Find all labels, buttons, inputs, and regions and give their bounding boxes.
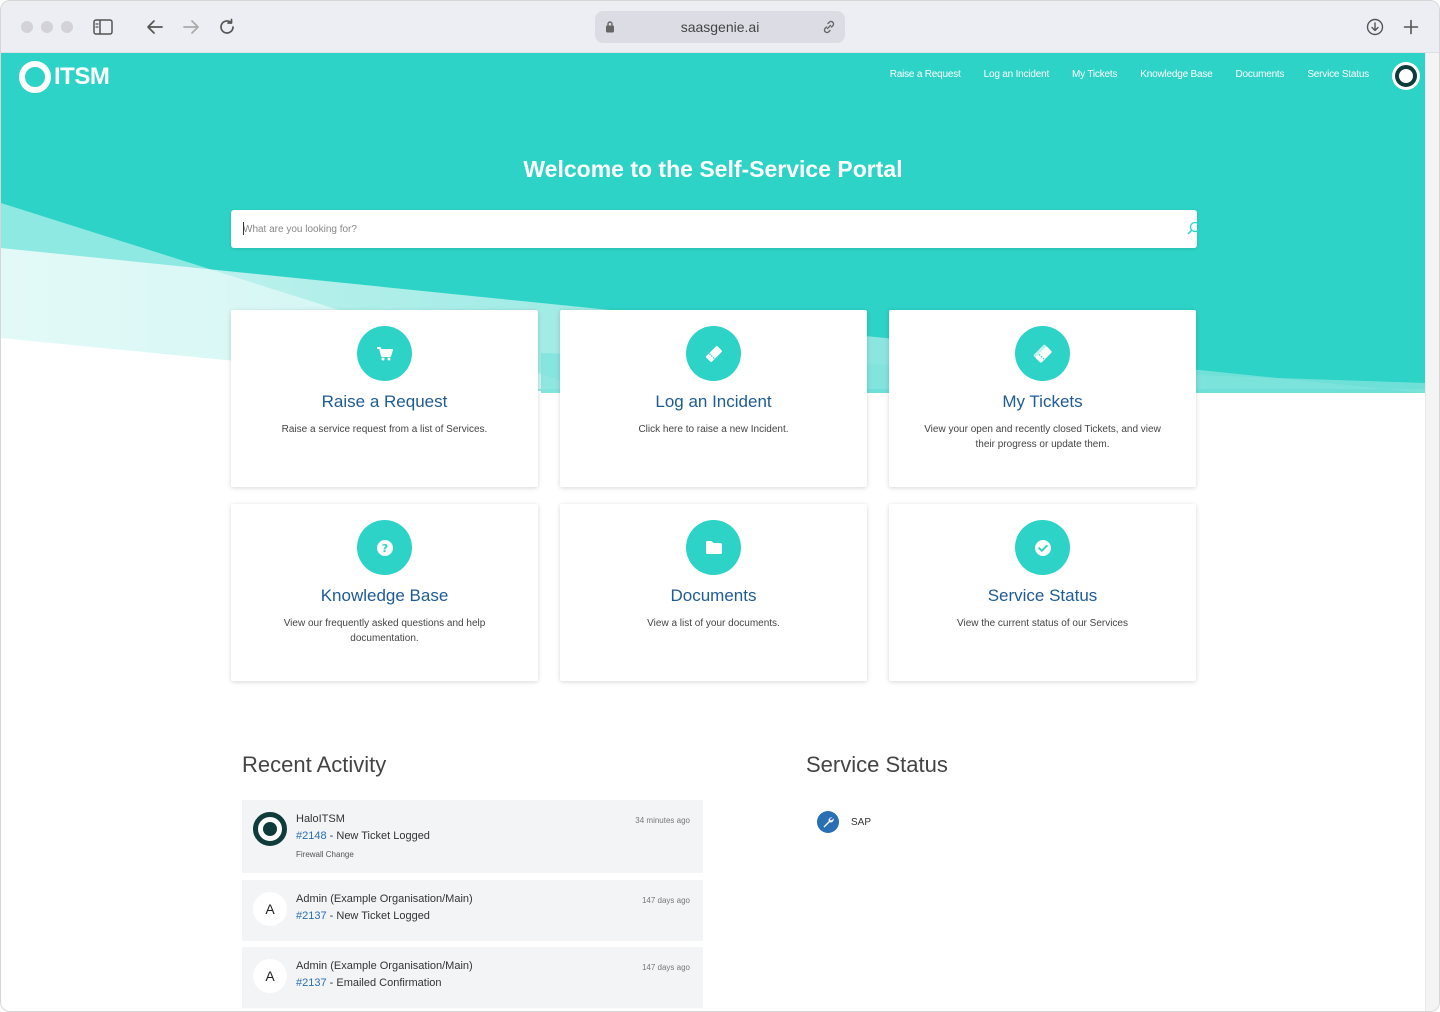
card-log-incident[interactable]: Log an Incident Click here to raise a ne… [560, 310, 867, 487]
activity-item[interactable]: A Admin (Example Organisation/Main) #213… [242, 880, 703, 941]
forward-arrow-icon[interactable] [179, 15, 203, 39]
avatar-ring-icon [1395, 65, 1417, 87]
url-text: saasgenie.ai [680, 19, 760, 35]
browser-toolbar: saasgenie.ai [1, 1, 1439, 53]
card-raise-request[interactable]: Raise a Request Raise a service request … [231, 310, 538, 487]
minimize-window-button[interactable] [41, 21, 53, 33]
activity-text: - New Ticket Logged [326, 910, 430, 922]
card-description: Click here to raise a new Incident. [638, 424, 789, 435]
recent-activity-title: Recent Activity [242, 752, 387, 777]
search-input[interactable] [231, 210, 1151, 248]
nav-raise-request[interactable]: Raise a Request [890, 69, 961, 80]
card-description: View our frequently asked questions and … [283, 618, 486, 644]
service-name: SAP [851, 816, 872, 828]
card-description: Raise a service request from a list of S… [281, 424, 488, 435]
check-icon [1015, 520, 1070, 575]
question-icon: ? [357, 520, 412, 575]
page-title: Welcome to the Self-Service Portal [523, 156, 903, 182]
card-my-tickets[interactable]: My Tickets View your open and recently c… [889, 310, 1196, 487]
card-title: Service Status [987, 586, 1098, 605]
portal-page: ITSM Raise a Request Log an Incident My … [1, 53, 1425, 1011]
card-knowledge-base[interactable]: ? Knowledge Base View our frequently ask… [231, 504, 538, 681]
card-title: Knowledge Base [320, 586, 449, 605]
reload-icon[interactable] [215, 15, 239, 39]
card-title: Log an Incident [655, 392, 772, 411]
card-description: View a list of your documents. [647, 618, 780, 629]
activity-line: #2137 - New Ticket Logged [296, 910, 430, 922]
service-status-title: Service Status [806, 752, 948, 777]
folder-icon [686, 520, 741, 575]
maximize-window-button[interactable] [61, 21, 73, 33]
card-title: Raise a Request [321, 392, 448, 411]
nav-log-incident[interactable]: Log an Incident [984, 69, 1050, 80]
ticket-icon [686, 326, 741, 381]
svg-text:?: ? [381, 542, 387, 555]
nav-my-tickets[interactable]: My Tickets [1072, 69, 1117, 80]
top-navigation: Raise a Request Log an Incident My Ticke… [890, 69, 1369, 80]
ticket-link[interactable]: #2137 [296, 977, 327, 989]
back-arrow-icon[interactable] [143, 15, 167, 39]
activity-subtitle: Firewall Change [296, 850, 354, 859]
avatar: A [253, 959, 287, 993]
activity-item[interactable]: A Admin (Example Organisation/Main) #213… [242, 947, 703, 1008]
activity-time: 147 days ago [641, 963, 690, 972]
lock-icon [605, 20, 615, 36]
nav-documents[interactable]: Documents [1236, 69, 1285, 80]
nav-service-status[interactable]: Service Status [1307, 69, 1369, 80]
logo-ring-icon [19, 61, 51, 93]
link-icon[interactable] [821, 19, 837, 38]
user-avatar[interactable] [1392, 62, 1420, 90]
card-title: My Tickets [1002, 392, 1083, 411]
search-box [231, 210, 1201, 248]
cart-icon [357, 326, 412, 381]
ticket-link[interactable]: #2148 [296, 830, 327, 842]
activity-user: HaloITSM [296, 813, 345, 825]
ticket-link[interactable]: #2137 [296, 910, 327, 922]
halo-avatar [253, 812, 287, 846]
activity-time: 34 minutes ago [635, 816, 690, 825]
address-bar[interactable]: saasgenie.ai [595, 11, 845, 43]
scrollbar[interactable] [1425, 53, 1439, 1011]
download-icon[interactable] [1363, 15, 1387, 39]
tickets-icon [1015, 326, 1070, 381]
card-service-status[interactable]: Service Status View the current status o… [889, 504, 1196, 681]
activity-item[interactable]: HaloITSM #2148 - New Ticket Logged Firew… [242, 800, 703, 873]
activity-text: - Emailed Confirmation [326, 977, 442, 989]
activity-line: #2148 - New Ticket Logged [296, 830, 430, 842]
nav-knowledge-base[interactable]: Knowledge Base [1140, 69, 1212, 80]
card-title: Documents [670, 586, 757, 605]
close-window-button[interactable] [21, 21, 33, 33]
activity-user: Admin (Example Organisation/Main) [296, 893, 473, 905]
avatar: A [253, 892, 287, 926]
new-tab-icon[interactable] [1399, 15, 1423, 39]
sidebar-toggle-icon[interactable] [91, 15, 115, 39]
wrench-icon [817, 811, 839, 833]
card-description: View the current status of our Services [956, 618, 1128, 629]
browser-window: saasgenie.ai ITSM Raise a Request Log an… [0, 0, 1440, 1012]
activity-time: 147 days ago [641, 896, 690, 905]
service-status-item[interactable]: SAP [817, 811, 871, 833]
activity-text: - New Ticket Logged [326, 830, 430, 842]
activity-user: Admin (Example Organisation/Main) [296, 960, 473, 972]
card-documents[interactable]: Documents View a list of your documents. [560, 504, 867, 681]
text-caret [243, 222, 244, 235]
itsm-logo[interactable]: ITSM [19, 61, 110, 93]
card-description: View your open and recently closed Ticke… [924, 424, 1161, 450]
halo-logo-icon [253, 812, 287, 846]
activity-line: #2137 - Emailed Confirmation [296, 977, 442, 989]
